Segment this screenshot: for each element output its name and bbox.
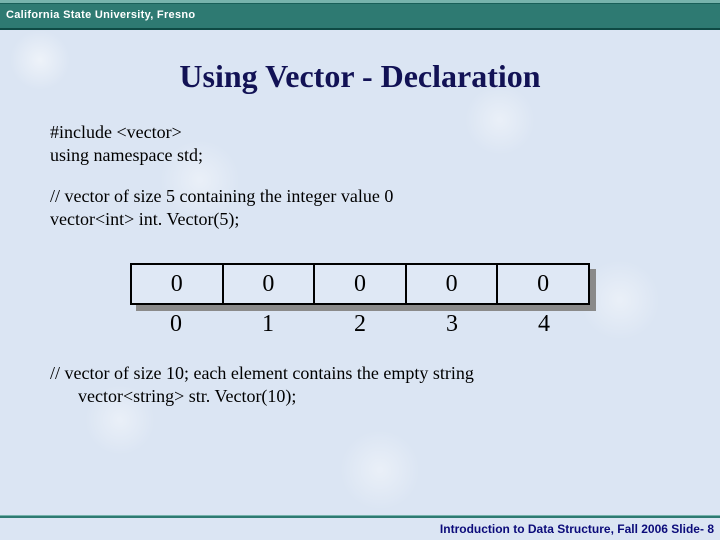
slide-body: #include <vector> using namespace std; /… xyxy=(0,121,720,408)
vector-cells: 0 0 0 0 0 xyxy=(130,263,590,305)
cell-value: 0 xyxy=(537,269,549,300)
institution-name: California State University, Fresno xyxy=(6,9,195,21)
cell-value: 0 xyxy=(354,269,366,300)
vector-cell: 0 xyxy=(130,263,224,305)
code-line: // vector of size 5 containing the integ… xyxy=(50,185,670,208)
footer-rule xyxy=(0,515,720,518)
index-label: 3 xyxy=(406,309,498,340)
footer-page-label: Slide- xyxy=(671,522,704,536)
slide-title: Using Vector - Declaration xyxy=(0,58,720,95)
code-line: vector<int> int. Vector(5); xyxy=(50,208,670,231)
index-label: 1 xyxy=(222,309,314,340)
vector-cell: 0 xyxy=(222,263,316,305)
cell-value: 0 xyxy=(171,269,183,300)
index-label: 0 xyxy=(130,309,222,340)
vector-cell: 0 xyxy=(405,263,499,305)
vector-indices: 0 1 2 3 4 xyxy=(130,309,590,340)
code-line: using namespace std; xyxy=(50,144,670,167)
index-label: 4 xyxy=(498,309,590,340)
code-line: // vector of size 10; each element conta… xyxy=(50,362,670,385)
code-line: vector<string> str. Vector(10); xyxy=(50,385,670,408)
code-block-1: #include <vector> using namespace std; xyxy=(50,121,670,167)
vector-cell: 0 xyxy=(496,263,590,305)
code-line: #include <vector> xyxy=(50,121,670,144)
code-block-3: // vector of size 10; each element conta… xyxy=(50,362,670,408)
footer: Introduction to Data Structure, Fall 200… xyxy=(440,522,714,536)
slide: California State University, Fresno Usin… xyxy=(0,0,720,540)
cell-value: 0 xyxy=(262,269,274,300)
index-label: 2 xyxy=(314,309,406,340)
header-bar: California State University, Fresno xyxy=(0,3,720,30)
footer-page-number: 8 xyxy=(707,522,714,536)
footer-course: Introduction to Data Structure, Fall 200… xyxy=(440,522,668,536)
cell-value: 0 xyxy=(446,269,458,300)
vector-front: 0 0 0 0 0 xyxy=(130,263,590,305)
vector-diagram: 0 0 0 0 0 0 1 2 3 4 xyxy=(130,263,590,340)
code-block-2: // vector of size 5 containing the integ… xyxy=(50,185,670,231)
vector-cell: 0 xyxy=(313,263,407,305)
